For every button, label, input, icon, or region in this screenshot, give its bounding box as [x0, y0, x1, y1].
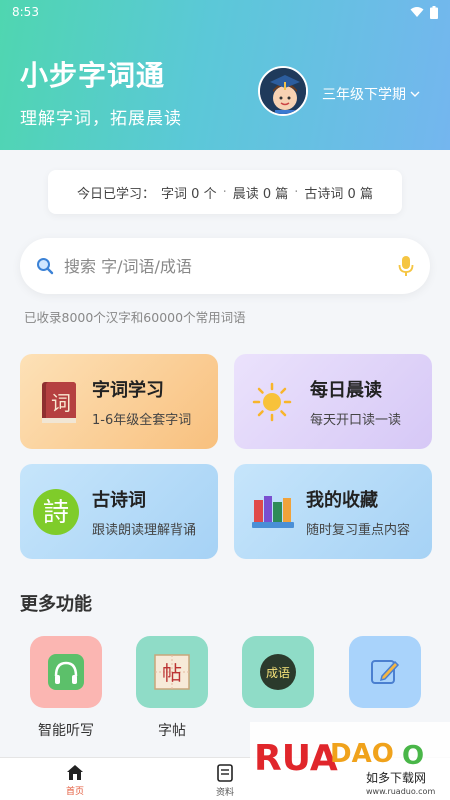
battery-icon — [430, 5, 438, 19]
feature-icon-bg — [349, 636, 421, 708]
headphones-icon — [48, 654, 84, 690]
svg-text:O: O — [402, 741, 424, 771]
grade-selector[interactable]: 三年级下学期 — [322, 84, 420, 104]
card-desc: 每天开口读一读 — [310, 413, 402, 428]
edit-icon — [371, 660, 400, 684]
app-subtitle: 理解字词，拓展晨读 — [20, 109, 182, 129]
tab-home[interactable]: 首页 — [45, 764, 105, 797]
tab-label: 资料 — [215, 788, 234, 798]
home-icon — [67, 765, 83, 780]
svg-text:帖: 帖 — [162, 661, 182, 685]
feature-icon-bg: 成语 — [242, 636, 314, 708]
card-favorites[interactable]: 我的收藏 随时复习重点内容 — [234, 464, 432, 559]
separator: · — [222, 184, 227, 200]
card-title: 古诗词 — [92, 490, 146, 511]
progress-poems: 古诗词 0 篇 — [304, 186, 373, 202]
search-icon — [37, 258, 54, 275]
status-bar: 8:53 — [12, 2, 438, 22]
daily-progress: 今日已学习： 字词 0 个 · 晨读 0 篇 · 古诗词 0 篇 — [48, 170, 402, 214]
card-classical-poetry[interactable]: 詩 古诗词 跟读朗读理解背诵 — [20, 464, 218, 559]
svg-text:DAO: DAO — [330, 739, 394, 769]
card-title: 字词学习 — [92, 380, 164, 401]
idiom-icon: 成语 — [260, 654, 296, 690]
card-title: 每日晨读 — [310, 380, 382, 401]
feature-label: 智能听写 — [38, 723, 94, 739]
svg-text:如多下载网: 如多下载网 — [366, 770, 426, 785]
status-time: 8:53 — [12, 5, 39, 19]
card-title: 我的收藏 — [306, 490, 378, 511]
watermark-logo: RUA DAO O 如多下载网 www.ruaduo.com — [250, 722, 450, 800]
avatar[interactable] — [258, 66, 308, 116]
feature-label: 字帖 — [158, 723, 186, 739]
search-input[interactable] — [64, 256, 398, 276]
feature-idioms[interactable]: 成语 — [240, 636, 316, 720]
feature-icon-bg — [30, 636, 102, 708]
books-icon — [252, 496, 294, 528]
progress-label: 今日已学习： — [77, 186, 156, 202]
tab-label: 首页 — [65, 787, 84, 797]
search-bar[interactable] — [20, 238, 430, 294]
feature-dictation[interactable]: 智能听写 — [28, 636, 104, 740]
separator: · — [294, 184, 299, 200]
progress-words: 字词 0 个 — [161, 186, 217, 202]
svg-text:www.ruaduo.com: www.ruaduo.com — [366, 787, 435, 796]
card-morning-reading[interactable]: 每日晨读 每天开口读一读 — [234, 354, 432, 449]
book-icon: 词 — [42, 382, 76, 423]
tab-materials[interactable]: 资料 — [195, 764, 255, 798]
feature-icon-bg: 帖 — [136, 636, 208, 708]
copybook-icon: 帖 — [154, 654, 190, 690]
feature-notes[interactable] — [347, 636, 423, 720]
more-features-title: 更多功能 — [20, 594, 92, 615]
sun-icon — [252, 382, 292, 422]
card-desc: 1-6年级全套字词 — [92, 413, 192, 428]
grade-label: 三年级下学期 — [322, 87, 406, 103]
card-desc: 随时复习重点内容 — [306, 523, 411, 538]
wifi-icon — [410, 7, 424, 17]
microphone-icon[interactable] — [398, 255, 414, 277]
app-title: 小步字词通 — [20, 59, 166, 92]
svg-text:成语: 成语 — [266, 666, 290, 680]
card-word-study[interactable]: 词 字词学习 1-6年级全套字词 — [20, 354, 218, 449]
progress-reading: 晨读 0 篇 — [232, 186, 289, 202]
feature-copybook[interactable]: 帖 字帖 — [134, 636, 210, 740]
poem-icon: 詩 — [33, 489, 79, 535]
svg-text:詩: 詩 — [43, 498, 69, 528]
card-desc: 跟读朗读理解背诵 — [92, 523, 197, 538]
student-avatar-icon — [260, 68, 306, 114]
svg-text:词: 词 — [51, 391, 71, 415]
chevron-down-icon — [410, 91, 420, 97]
header-banner: 8:53 小步字词通 理解字词，拓展晨读 三年级下学期 — [0, 0, 450, 150]
document-icon — [217, 764, 233, 782]
svg-text:RUA: RUA — [254, 738, 338, 779]
search-note: 已收录8000个汉字和60000个常用词语 — [24, 310, 246, 325]
